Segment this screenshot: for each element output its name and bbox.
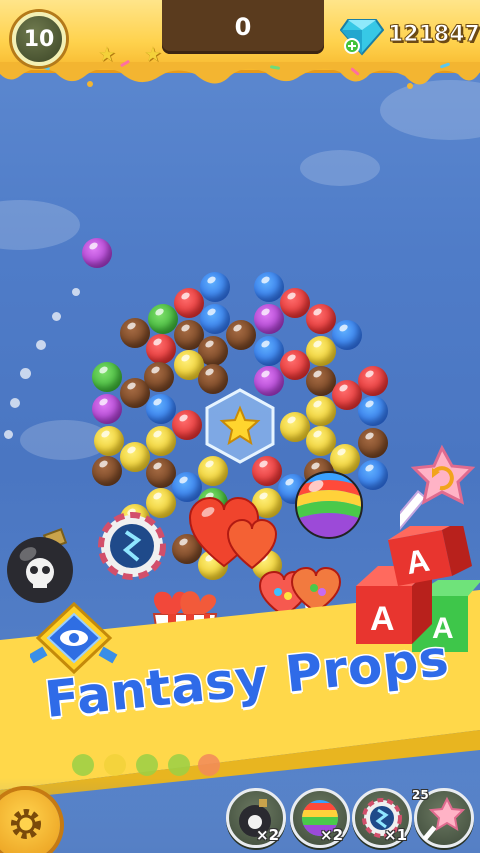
bubble xyxy=(358,366,388,396)
lightning-count: ×1 xyxy=(384,826,408,844)
queued-bubble xyxy=(136,754,158,776)
aim-dot xyxy=(4,430,13,439)
bubble xyxy=(306,304,336,334)
bubble xyxy=(120,318,150,348)
bubble xyxy=(280,288,310,318)
bubble xyxy=(280,350,310,380)
bubble xyxy=(146,334,176,364)
bubble xyxy=(200,304,230,334)
bubble xyxy=(306,336,336,366)
aim-dot xyxy=(10,398,20,408)
bubble xyxy=(94,426,124,456)
cloud xyxy=(300,150,380,186)
bubble xyxy=(306,396,336,426)
hearts-icon xyxy=(188,496,278,570)
diamond-icon xyxy=(340,19,384,56)
queued-bubble xyxy=(72,754,94,776)
aim-dot xyxy=(52,312,61,321)
queued-bubble xyxy=(198,754,220,776)
bubble xyxy=(148,304,178,334)
swap-count: 25 xyxy=(412,788,429,802)
star-icon: ★ xyxy=(98,42,116,66)
bubble xyxy=(174,288,204,318)
flying-bubble xyxy=(82,238,112,268)
bubble xyxy=(92,394,122,424)
bubble xyxy=(254,272,284,302)
bubble xyxy=(358,396,388,426)
aim-dot xyxy=(36,340,46,350)
bubble xyxy=(120,442,150,472)
cloud xyxy=(0,200,80,250)
bubble xyxy=(172,410,202,440)
bubble xyxy=(146,394,176,424)
bubble xyxy=(358,428,388,458)
queued-bubble xyxy=(104,754,126,776)
bubble xyxy=(200,272,230,302)
bubble xyxy=(226,320,256,350)
gear-icon xyxy=(11,809,41,839)
star-hexagon xyxy=(205,388,275,464)
bubble xyxy=(254,304,284,334)
bubble xyxy=(332,320,362,350)
bomb-count: ×2 xyxy=(256,826,280,844)
block-letter: A xyxy=(370,600,395,638)
gem-count: 121847 xyxy=(388,22,480,48)
bubble xyxy=(120,378,150,408)
bubble xyxy=(92,456,122,486)
level-badge: 10 xyxy=(12,12,66,66)
queued-bubble xyxy=(168,754,190,776)
game-stage[interactable]: 10 ★ ★ 0 121847 A A A Fantasy Props ×2 ×… xyxy=(0,0,480,853)
aim-dot xyxy=(72,288,80,296)
score-display: 0 xyxy=(162,0,324,54)
bubble xyxy=(92,362,122,392)
rainbow-count: ×2 xyxy=(320,826,344,844)
honey-drip xyxy=(0,62,480,89)
swap-lollipop-icon xyxy=(400,444,476,530)
bubble xyxy=(332,380,362,410)
gem-counter[interactable]: 121847 xyxy=(340,16,480,56)
aim-dot xyxy=(20,368,31,379)
star-icon: ★ xyxy=(144,42,162,66)
lightning-ball-icon xyxy=(98,512,166,580)
bubble xyxy=(146,426,176,456)
